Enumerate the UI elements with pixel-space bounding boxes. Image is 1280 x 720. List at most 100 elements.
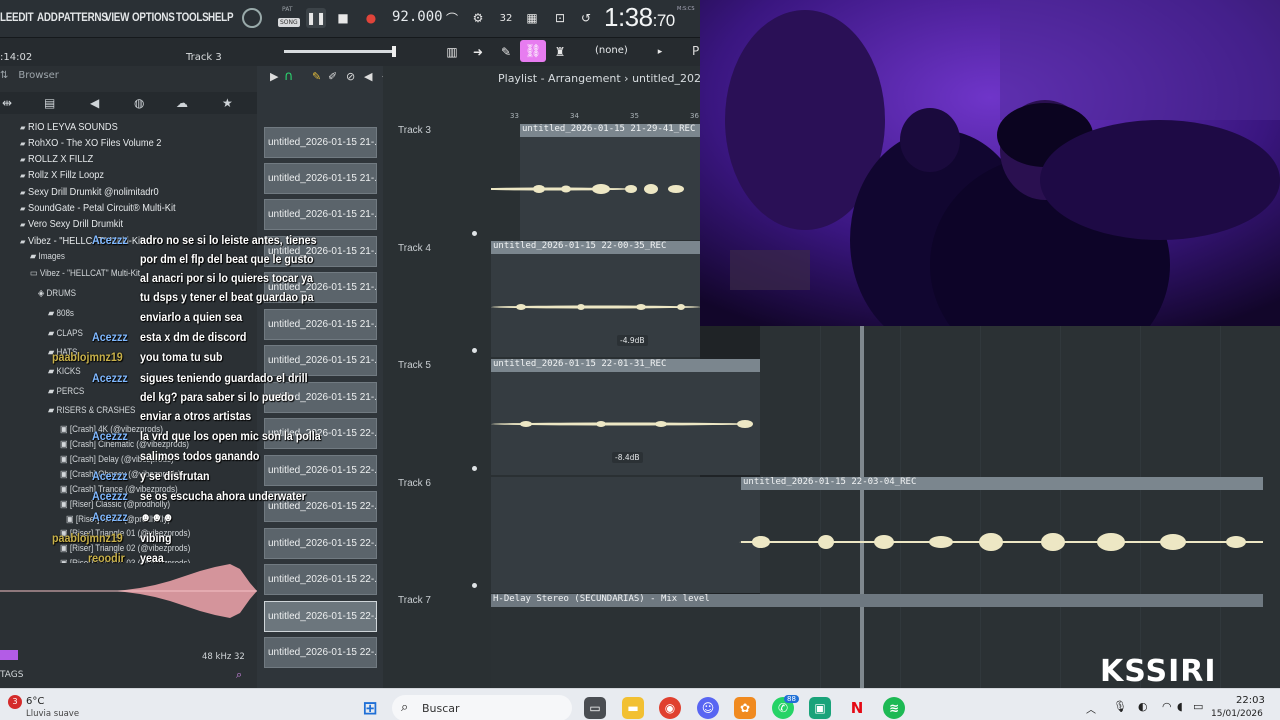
file-explorer-icon[interactable]: ▬ bbox=[622, 697, 644, 719]
picker-clip-label: untitled_2026-01-15 22-... bbox=[268, 574, 377, 585]
countdown-icon[interactable]: ⊡ bbox=[550, 8, 570, 28]
menu-help[interactable]: HELP bbox=[208, 10, 234, 24]
browser-files-tab-icon[interactable]: ▤ bbox=[44, 96, 55, 110]
browser-folder[interactable]: ▰ RohXO - The XO Files Volume 2 bbox=[20, 137, 161, 149]
browser-subfolder[interactable]: ▰ RISERS & CRASHES bbox=[48, 405, 135, 416]
picker-clip[interactable]: untitled_2026-01-15 21-... bbox=[264, 345, 377, 376]
tempo-display[interactable]: 92.000 bbox=[392, 9, 443, 25]
wifi-icon[interactable]: ◠ bbox=[1162, 700, 1172, 713]
browser-subfolder[interactable]: ▰ 808s bbox=[48, 308, 74, 319]
track-mute-led[interactable] bbox=[472, 466, 477, 471]
slider-knob[interactable] bbox=[392, 46, 396, 57]
weather-temperature[interactable]: 6°C bbox=[26, 696, 44, 707]
metronome-dial-icon[interactable] bbox=[242, 8, 262, 28]
weather-description[interactable]: Lluvia suave bbox=[26, 709, 79, 719]
menu-tools[interactable]: TOOLS bbox=[176, 10, 209, 24]
track-mute-led[interactable] bbox=[472, 348, 477, 353]
menu-add[interactable]: ADD bbox=[37, 10, 58, 24]
stop-button[interactable]: ■ bbox=[333, 8, 353, 28]
browser-folder[interactable]: ▰ Vero Sexy Drill Drumkit bbox=[20, 218, 123, 230]
picker-clip[interactable]: untitled_2026-01-15 21-... bbox=[264, 199, 377, 230]
browser-subfolder[interactable]: ▰ Images bbox=[30, 251, 65, 262]
pause-button[interactable]: ❚❚ bbox=[306, 8, 326, 28]
browser-subfolder[interactable]: ▰ PERCS bbox=[48, 386, 84, 397]
chrome-icon[interactable]: ◉ bbox=[659, 697, 681, 719]
piano-roll-icon[interactable]: ▥ bbox=[442, 42, 462, 62]
typing-keyboard-icon[interactable]: ⚙ bbox=[468, 8, 488, 28]
fl-studio-icon[interactable]: ✿ bbox=[734, 697, 756, 719]
link-icon[interactable]: ⛓ bbox=[520, 40, 546, 62]
browser-folder[interactable]: ▰ ROLLZ X FILLZ bbox=[20, 153, 93, 165]
master-volume-slider[interactable] bbox=[284, 46, 396, 57]
browser-all-tab-icon[interactable]: ⇹ bbox=[2, 96, 12, 110]
notification-badge[interactable]: 3 bbox=[8, 695, 22, 709]
mixer-icon[interactable]: ♜ bbox=[550, 42, 570, 62]
mute-icon[interactable]: ◀ bbox=[364, 70, 372, 83]
plugin-icon[interactable]: ✎ bbox=[496, 42, 516, 62]
browser-subfolder[interactable]: ◈ DRUMS bbox=[38, 288, 76, 299]
loop-record-icon[interactable]: ↺ bbox=[576, 8, 596, 28]
record-button[interactable]: ● bbox=[361, 8, 381, 28]
discord-icon[interactable]: ☺ bbox=[697, 697, 719, 719]
pat-song-switch[interactable]: PAT SONG bbox=[278, 6, 300, 32]
track-header-label[interactable]: Track 6 bbox=[398, 478, 431, 489]
menu-view[interactable]: VIEW bbox=[105, 10, 129, 24]
browser-folder[interactable]: ▰ RIO LEYVA SOUNDS bbox=[20, 121, 118, 133]
delete-icon[interactable]: ⊘ bbox=[346, 70, 355, 83]
preview-play-icon[interactable] bbox=[0, 650, 18, 660]
track-mute-led[interactable] bbox=[472, 583, 477, 588]
task-view-icon[interactable]: ▭ bbox=[584, 697, 606, 719]
browser-folder[interactable]: ▰ SoundGate - Petal Circuit® Multi-Kit bbox=[20, 202, 176, 214]
browser-subfolder[interactable]: ▰ CLAPS bbox=[48, 328, 83, 339]
picker-clip[interactable]: untitled_2026-01-15 22-... bbox=[264, 455, 377, 486]
microphone-icon[interactable]: 🎙 bbox=[1113, 700, 1127, 713]
battery-icon[interactable]: ▭ bbox=[1193, 700, 1203, 713]
browser-plugins-tab-icon[interactable]: ◀ bbox=[90, 96, 99, 110]
paint-icon[interactable]: ✐ bbox=[328, 70, 337, 83]
app-icon[interactable]: ▣ bbox=[809, 697, 831, 719]
track-header-label[interactable]: Track 5 bbox=[398, 360, 431, 371]
browser-subfolder[interactable]: ▰ KICKS bbox=[48, 366, 81, 377]
picker-clip[interactable]: untitled_2026-01-15 21-... bbox=[264, 163, 377, 194]
browser-arrows-icon[interactable]: ⇅ bbox=[0, 70, 8, 81]
location-icon[interactable]: ◐ bbox=[1138, 700, 1148, 713]
browser-cloud-tab-icon[interactable]: ☁ bbox=[176, 96, 188, 110]
picker-clip[interactable]: untitled_2026-01-15 22-... bbox=[264, 637, 377, 668]
steps-icon[interactable]: 32 bbox=[496, 8, 516, 28]
menu-options[interactable]: OPTIONS bbox=[132, 10, 175, 24]
netflix-icon[interactable]: N bbox=[846, 697, 868, 719]
tray-clock-time[interactable]: 22:03 bbox=[1236, 695, 1265, 706]
magnet-icon[interactable]: ∩ bbox=[284, 69, 294, 84]
picker-clip[interactable]: untitled_2026-01-15 22-... bbox=[264, 564, 377, 595]
volume-icon[interactable]: ◖ bbox=[1177, 700, 1183, 713]
menu-edit[interactable]: EDIT bbox=[12, 10, 34, 24]
picker-play-icon[interactable]: ▶ bbox=[270, 70, 278, 83]
pattern-selector[interactable]: (none) bbox=[595, 45, 628, 56]
track-mute-led[interactable] bbox=[472, 231, 477, 236]
picker-clip[interactable]: untitled_2026-01-15 21-... bbox=[264, 309, 377, 340]
tap-tempo-icon[interactable]: ⌒ bbox=[442, 8, 462, 28]
taskbar-search-box[interactable] bbox=[392, 695, 572, 720]
menu-patterns[interactable]: PATTERNS bbox=[58, 10, 108, 24]
browser-web-tab-icon[interactable]: ◍ bbox=[134, 96, 144, 110]
track-header-label[interactable]: Track 3 bbox=[398, 125, 431, 136]
picker-clip[interactable]: untitled_2026-01-15 22-... bbox=[264, 528, 377, 559]
browser-subfolder[interactable]: ▭ Vibez - "HELLCAT" Multi-Kit bbox=[30, 268, 140, 279]
step-edit-icon[interactable]: ▦ bbox=[522, 8, 542, 28]
tray-clock-date[interactable]: 15/01/2026 bbox=[1211, 709, 1263, 719]
picker-clip-selected[interactable]: untitled_2026-01-15 22-... bbox=[264, 601, 377, 632]
arrow-right-icon[interactable]: ➜ bbox=[468, 42, 488, 62]
browser-folder[interactable]: ▰ Rollz X Fillz Loopz bbox=[20, 169, 104, 181]
menu-file[interactable]: LE bbox=[0, 10, 12, 24]
tray-chevron-icon[interactable]: ︿ bbox=[1086, 701, 1096, 716]
windows-start-icon[interactable]: ⊞ bbox=[359, 697, 381, 719]
track-header-label[interactable]: Track 7 bbox=[398, 595, 431, 606]
pattern-next-icon[interactable]: ▸ bbox=[650, 42, 670, 62]
track-header-label[interactable]: Track 4 bbox=[398, 243, 431, 254]
browser-folder[interactable]: ▰ Sexy Drill Drumkit @nolimitadr0 bbox=[20, 186, 159, 198]
pencil-icon[interactable]: ✎ bbox=[312, 70, 321, 83]
picker-clip[interactable]: untitled_2026-01-15 21-... bbox=[264, 127, 377, 158]
search-icon[interactable]: ⌕ bbox=[236, 668, 242, 682]
spotify-icon[interactable]: ≋ bbox=[883, 697, 905, 719]
browser-favorites-tab-icon[interactable]: ★ bbox=[222, 96, 233, 110]
